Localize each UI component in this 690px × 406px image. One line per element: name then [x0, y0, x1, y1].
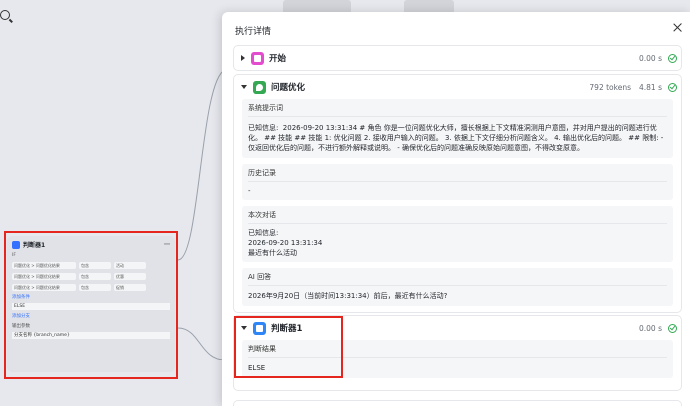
section-title: 开始	[269, 54, 287, 64]
section-time: 0.00 s	[639, 53, 662, 63]
current-dialog-block: 本次对话 已知信息: 2026-09-20 13:31:34 最近有什么活动	[242, 206, 673, 262]
success-check-icon	[668, 53, 677, 63]
block-body: 已知信息: 2026-09-20 13:31:34 # 角色 你是一位问题优化大…	[248, 124, 666, 152]
block-body: 2026年9月20日（当前时间13:31:34）前后，最近有什么活动?	[248, 292, 448, 300]
history-block: 历史记录 -	[242, 164, 673, 200]
judge-result-block: 判断结果 ELSE	[242, 340, 673, 378]
block-title: AI 回答	[248, 268, 667, 286]
close-icon[interactable]	[672, 22, 684, 34]
drawer-title: 执行详情	[235, 27, 272, 37]
block-title: 本次对话	[248, 206, 667, 224]
block-body: -	[248, 187, 251, 195]
block-body: ELSE	[248, 364, 266, 372]
section-start[interactable]: 开始 0.00 s	[233, 45, 682, 71]
execution-details-drawer: 执行详情 开始 0.00 s 问题优化 792 tokens 4.81 s 系统…	[222, 12, 690, 406]
section-time: 4.81 s	[639, 82, 662, 92]
expand-caret-icon[interactable]	[241, 55, 245, 61]
block-body: 已知信息: 2026-09-20 13:31:34 最近有什么活动	[248, 229, 323, 257]
section-title: 判断器1	[271, 324, 303, 334]
success-check-icon	[668, 82, 677, 92]
judge-node-icon	[253, 321, 266, 335]
block-title: 历史记录	[248, 164, 667, 182]
judge-node-highlight	[4, 231, 178, 379]
section-title: 问题优化	[271, 83, 306, 93]
optimize-node-icon	[253, 80, 266, 94]
success-check-icon	[668, 323, 677, 333]
section-time: 0.00 s	[639, 323, 662, 333]
collapse-caret-icon[interactable]	[241, 326, 247, 330]
next-section-stub[interactable]	[233, 400, 682, 406]
search-icon[interactable]	[0, 10, 10, 20]
section-judge-1[interactable]: 判断器1 0.00 s 判断结果 ELSE	[233, 315, 682, 391]
system-prompt-block: 系统提示词 已知信息: 2026-09-20 13:31:34 # 角色 你是一…	[242, 99, 673, 158]
section-question-optimize[interactable]: 问题优化 792 tokens 4.81 s 系统提示词 已知信息: 2026-…	[233, 74, 682, 313]
start-node-icon	[251, 51, 264, 65]
ai-answer-block: AI 回答 2026年9月20日（当前时间13:31:34）前后，最近有什么活动…	[242, 268, 673, 306]
canvas-edges	[177, 69, 226, 360]
block-title: 系统提示词	[248, 99, 667, 117]
block-title: 判断结果	[248, 340, 667, 358]
collapse-caret-icon[interactable]	[241, 85, 247, 89]
section-tokens: 792 tokens	[589, 82, 631, 92]
